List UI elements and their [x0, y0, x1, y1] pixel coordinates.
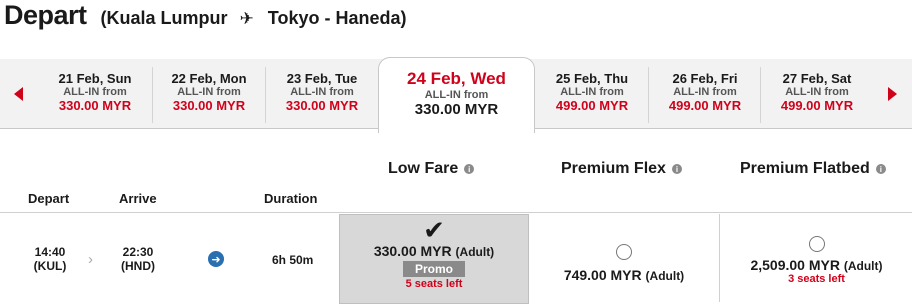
- origin-city: (Kuala Lumpur: [100, 8, 228, 28]
- column-header-arrive: Arrive: [119, 191, 157, 206]
- fare-header-low-fare: Low Fare i: [388, 160, 475, 178]
- route: (Kuala Lumpur ✈ Tokyo - Haneda): [101, 8, 407, 29]
- date-tab-27-feb[interactable]: 27 Feb, Sat ALL-IN from 499.00 MYR: [760, 67, 873, 123]
- fare-header-premium-flex: Premium Flex i: [561, 160, 682, 178]
- info-icon[interactable]: i: [671, 164, 682, 174]
- fare-price: 330.00 MYR (Adult): [373, 243, 495, 259]
- destination-city: Tokyo - Haneda): [267, 8, 407, 28]
- arrive-time: 22:30: [122, 245, 154, 259]
- checkmark-icon: ✔: [423, 215, 445, 245]
- next-dates-arrow-icon[interactable]: [888, 87, 897, 101]
- promo-badge: Promo: [403, 261, 465, 277]
- date-tab-23-feb[interactable]: 23 Feb, Tue ALL-IN from 330.00 MYR: [265, 67, 378, 123]
- depart-info: 14:40 (KUL): [28, 245, 72, 273]
- fare-price: 749.00 MYR (Adult): [563, 267, 685, 283]
- fare-option-low-fare[interactable]: ✔ 330.00 MYR (Adult) Promo 5 seats left: [339, 214, 529, 304]
- fare-option-premium-flex[interactable]: 749.00 MYR (Adult): [529, 214, 720, 302]
- fare-radio[interactable]: [616, 244, 632, 260]
- fare-radio[interactable]: [808, 236, 825, 252]
- page-header: Depart (Kuala Lumpur ✈ Tokyo - Haneda): [4, 0, 406, 40]
- arrive-info: 22:30 (HND): [116, 245, 160, 273]
- column-header-duration: Duration: [264, 191, 318, 206]
- fare-header-premium-flatbed: Premium Flatbed i: [740, 160, 886, 178]
- info-icon[interactable]: i: [875, 164, 886, 174]
- depart-time: 14:40: [34, 245, 66, 259]
- date-tab-21-feb[interactable]: 21 Feb, Sun ALL-IN from 330.00 MYR: [44, 67, 146, 123]
- date-tab-25-feb[interactable]: 25 Feb, Thu ALL-IN from 499.00 MYR: [536, 67, 648, 123]
- date-tab-26-feb[interactable]: 26 Feb, Fri ALL-IN from 499.00 MYR: [648, 67, 761, 123]
- depart-code: (KUL): [33, 259, 67, 273]
- prev-dates-arrow-icon[interactable]: [14, 87, 23, 101]
- seats-left: 5 seats left: [405, 278, 463, 290]
- flight-row: 14:40 (KUL) › 22:30 (HND) ➜ 6h 50m ✔ 330…: [0, 212, 912, 304]
- fare-option-premium-flatbed[interactable]: 2,509.00 MYR (Adult) 3 seats left: [721, 214, 912, 302]
- page-title: Depart: [4, 0, 87, 30]
- info-icon[interactable]: i: [464, 164, 475, 174]
- chevron-right-icon: ›: [88, 251, 93, 268]
- arrive-code: (HND): [121, 259, 155, 273]
- column-header-depart: Depart: [28, 191, 70, 206]
- date-tab-24-feb-selected[interactable]: 24 Feb, Wed ALL-IN from 330.00 MYR: [378, 57, 535, 133]
- seats-left: 3 seats left: [788, 273, 845, 285]
- date-tab-22-feb[interactable]: 22 Feb, Mon ALL-IN from 330.00 MYR: [152, 67, 265, 123]
- flight-details-icon[interactable]: ➜: [208, 251, 224, 267]
- fare-price: 2,509.00 MYR (Adult): [750, 257, 883, 273]
- airplane-icon: ✈: [239, 9, 254, 28]
- duration-value: 6h 50m: [272, 253, 314, 267]
